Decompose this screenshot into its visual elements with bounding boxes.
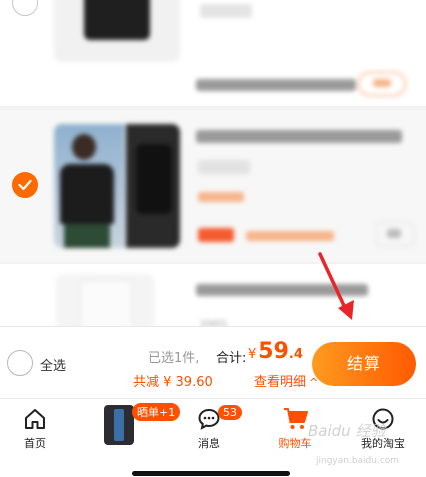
quantity-stepper[interactable] — [376, 222, 414, 246]
product-image[interactable] — [54, 0, 180, 62]
selected-count: 已选1件, — [148, 351, 200, 366]
promo-button[interactable] — [358, 72, 406, 96]
baidu-watermark: Baidu 经验 — [308, 422, 386, 440]
checkmark-icon — [18, 179, 32, 191]
discount-text: 共减 ¥ 39.60 — [133, 375, 213, 390]
shopping-cart-icon — [284, 408, 308, 429]
tab-review[interactable]: 晒单+1 — [86, 399, 181, 459]
view-details-label: 查看明细 — [254, 375, 307, 390]
cart-item[interactable] — [0, 110, 426, 262]
product-image[interactable] — [54, 124, 180, 248]
message-count-badge: 53 — [218, 405, 242, 420]
tab-home[interactable]: 首页 — [0, 399, 70, 459]
annotation-arrow-icon — [318, 252, 354, 320]
total-label: 合计: — [216, 351, 247, 366]
total-price-decimal: .4 — [288, 347, 303, 362]
tab-messages-label: 消息 — [198, 437, 220, 450]
product-thumbnail — [104, 405, 134, 445]
tab-messages[interactable]: 53 消息 — [174, 399, 244, 459]
baidu-watermark-url: jingyan.baidu.com — [316, 456, 400, 466]
view-details-link[interactable]: 查看明细 ^ — [254, 371, 318, 390]
home-icon — [25, 409, 45, 429]
tab-home-label: 首页 — [24, 437, 46, 450]
select-all-checkbox[interactable] — [7, 350, 33, 376]
review-badge: 晒单+1 — [132, 403, 181, 421]
checkout-button[interactable]: 结算 — [312, 342, 416, 386]
item-checkbox-checked[interactable] — [12, 172, 38, 198]
checkout-bar: 全选 已选1件, 合计: ¥59.4 共减 ¥ 39.60 查看明细 ^ 结算 — [0, 326, 426, 398]
currency-symbol: ¥ — [248, 347, 257, 362]
total-price: ¥59.4 — [248, 339, 303, 364]
shopping-cart-page: XMIS 全选 已选1件, 合计: ¥59.4 共减 ¥ 39.60 查看明细 ^… — [0, 0, 426, 477]
select-all-label[interactable]: 全选 — [40, 355, 66, 374]
cart-item[interactable] — [0, 0, 426, 106]
item-checkbox[interactable] — [12, 0, 38, 16]
home-indicator — [132, 471, 290, 476]
cart-item[interactable]: XMIS — [0, 264, 426, 344]
total-price-integer: 59 — [258, 339, 289, 364]
